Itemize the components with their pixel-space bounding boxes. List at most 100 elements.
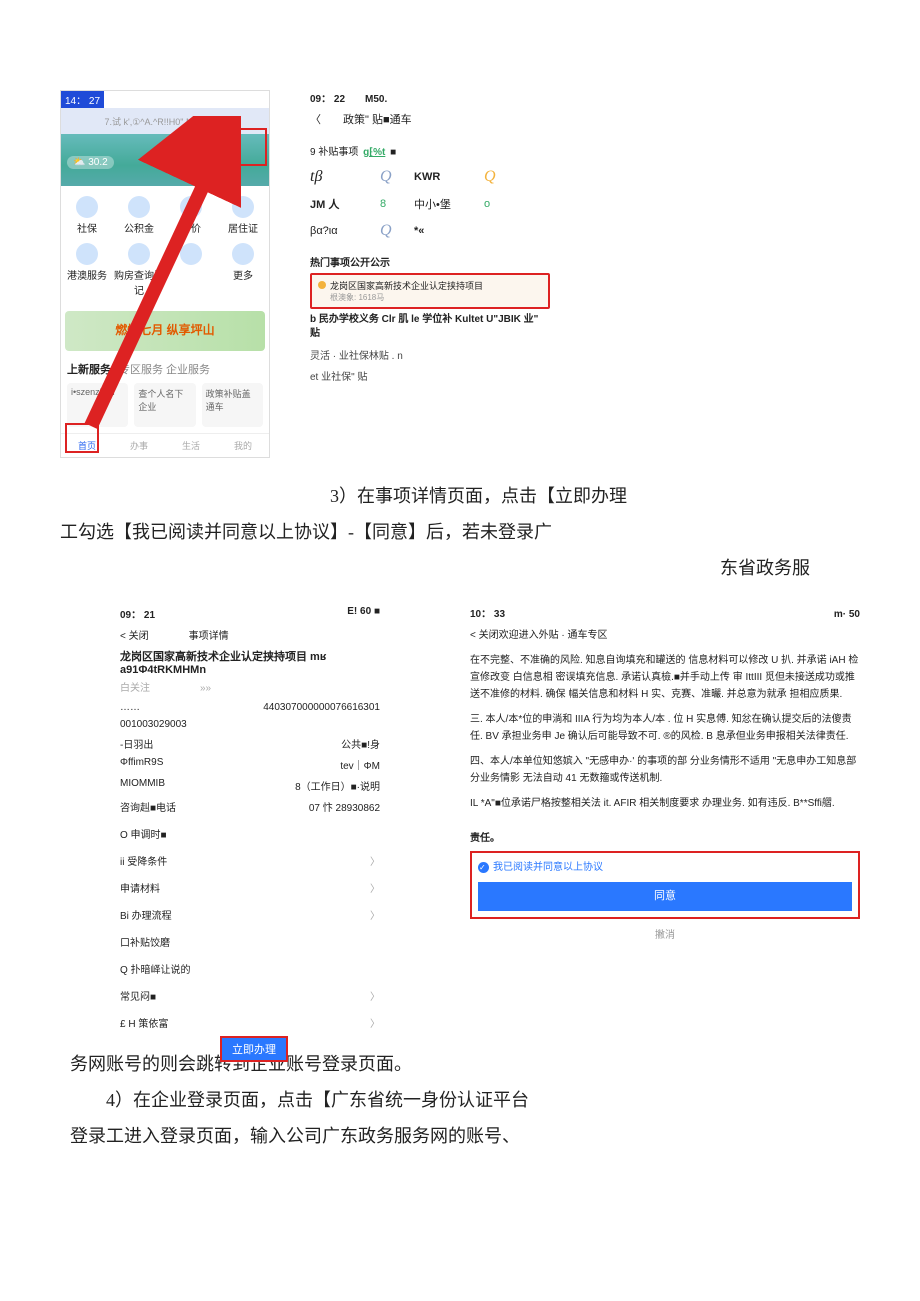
agreement-para: 四、本人/本单位知悠嫔入 "无感申办·' 的事项的部 分业务情形不适用 "无息申…	[470, 753, 860, 787]
list-line[interactable]: et 业社保" 贴	[310, 368, 550, 383]
agree-text: 我已阅读并同意以上协议	[493, 862, 603, 873]
list-item[interactable]: ii 受降条件 〉	[120, 847, 380, 874]
agree-button[interactable]: 同意	[478, 882, 852, 911]
new-section: 上新服务专区服务 企业服务 i•szenzhen 查个人名下企业 政策补贴盖通车	[61, 355, 269, 433]
follow-row[interactable]: 白关注 »»	[120, 679, 380, 694]
tail-text: 务网账号的则会跳转到企业账号登录页面。 4）在企业登录页面，点击【广东省统一身份…	[60, 1046, 860, 1154]
list-label: £ H 策依富	[120, 1019, 168, 1030]
kv-l: ……	[120, 702, 140, 713]
chevron-right-icon: 〉	[370, 880, 380, 895]
list-item[interactable]: 常见闷■〉	[120, 982, 380, 1009]
list-label: 常见闷■	[120, 992, 156, 1003]
kv-row: 咨询赳■电话07 忭 28930862	[120, 799, 380, 814]
agreement-para: 在不完整、不准确的风险. 知息自询填充和罐送的 信息材料可以修改 U 扒. 并承…	[470, 652, 860, 703]
filter-label: KWR	[414, 171, 484, 183]
hot-card[interactable]: 龙岗区国家高新技术企业认定挟持项目 根澳象: 1618马	[310, 273, 550, 309]
grid-icon	[232, 196, 254, 218]
list-item[interactable]: Q 扑暗峄让说的	[120, 955, 380, 982]
new-section-tabs[interactable]: 专区服务 企业服务	[119, 364, 210, 376]
phone-3-wrap: 09： 21 E! 60 ■ < 关闭 事项详情 龙岗区国家高新技术企业认定挟持…	[60, 606, 450, 1036]
phone-4: 10： 33 m· 50 < 关闭欢迎进入外贴 · 通车专区 在不完整、不准确的…	[470, 606, 860, 1036]
weather-badge: ⛅ 30.2	[67, 156, 114, 169]
list-label: Q 扑暗峄让说的	[120, 965, 191, 976]
tail-line: 4）在企业登录页面，点击【广东省统一身份认证平台	[70, 1082, 810, 1118]
back-icon[interactable]: 〈	[310, 114, 321, 126]
nav-bar[interactable]: < 关闭欢迎进入外贴 · 通车专区	[470, 623, 860, 648]
list-item[interactable]: Bi 办理流程〉	[120, 901, 380, 928]
tail-line: 务网账号的则会跳转到企业账号登录页面。	[70, 1046, 810, 1082]
tile[interactable]: i•szenzhen	[67, 383, 128, 427]
grid-item[interactable]: 公积金	[113, 192, 165, 239]
tail-line: 登录工进入登录页面，输入公司广东政务服务网的账号、	[70, 1118, 810, 1154]
tile[interactable]: 政策补贴盖通车	[202, 383, 263, 427]
detail-title: 龙岗区国家高新技术企业认定挟持项目 mʁ a91Φ4tRKMHMn	[120, 648, 380, 676]
chevron-right-icon: 〉	[370, 853, 380, 868]
grid-item[interactable]: 更多	[217, 239, 269, 301]
list-label: ii 受降条件	[120, 857, 167, 868]
list-line[interactable]: b 民办学校义务 Clr 肌 le 学位补 Kultet U"JBIK 业" 贴	[310, 313, 550, 341]
agreement-body: 在不完整、不准确的风险. 知息自询填充和罐送的 信息材料可以修改 U 扒. 并承…	[470, 648, 860, 824]
new-section-title: 上新服务	[67, 364, 111, 376]
agreement-para: IL *A"■位承诺尸格按整相关法 it. AFIR 相关制度要求 办理业务. …	[470, 795, 860, 812]
list-item[interactable]: O 申调时■	[120, 820, 380, 847]
step3-line: 3）在事项详情页面，点击【立即办理	[330, 478, 860, 514]
grid-label: 港澳服务	[67, 271, 107, 282]
agreement-para: 三. 本人/本*位的申淌和 IIIA 行为均为本人/本 . 位 H 实息傅. 知…	[470, 711, 860, 745]
statusbar: 10： 33 m· 50	[470, 606, 860, 623]
hot-card-title: 龙岗区国家高新技术企业认定挟持项目	[330, 281, 483, 291]
subsidy-count: 9 补贴事项 ɡ⁅%t ■	[310, 143, 550, 158]
list-line[interactable]: 灵活 · 业社保林贴 . n	[310, 347, 550, 362]
filter-label: βα?ια	[310, 225, 380, 237]
statusbar-right: m· 50	[834, 606, 860, 623]
step3-line: 东省政务服	[60, 550, 860, 586]
search-icon[interactable]: Q	[484, 168, 518, 186]
kv-r: 440307000000076616301	[263, 702, 380, 713]
agree-box: 我已阅读并同意以上协议 同意	[470, 851, 860, 919]
kv-row: 001003029003	[120, 719, 380, 730]
tile[interactable]: 查个人名下企业	[134, 383, 195, 427]
filter-grid: tβ Q KWR Q JM 人 8 中小•堡 o βα?ια Q *«	[310, 168, 550, 240]
search-icon[interactable]: Q	[380, 168, 414, 186]
grid-item[interactable]: 房价	[165, 192, 217, 239]
nav-item[interactable]: 我的	[217, 439, 269, 452]
phone1-body: 社保 公积金 房价 居住证 港澳服务 购房查询登记 更多 燃情七月 纵享坪山 上…	[61, 186, 269, 457]
phone-3: 09： 21 E! 60 ■ < 关闭 事项详情 龙岗区国家高新技术企业认定挟持…	[120, 606, 380, 1036]
statusbar: 09： 21 E! 60 ■	[120, 606, 380, 621]
nav-item[interactable]: 生活	[165, 439, 217, 452]
apply-button[interactable]: 立即办理	[220, 1036, 288, 1062]
grid-item[interactable]	[165, 239, 217, 301]
grid-label: 房价	[181, 224, 201, 235]
filter-count: o	[484, 198, 518, 210]
nav-bar[interactable]: < 关闭 事项详情	[120, 621, 380, 648]
list-item[interactable]: £ H 策依富 〉	[120, 1009, 380, 1036]
kv-l: ΦffimR9S	[120, 757, 163, 772]
list-label: O 申调时■	[120, 830, 167, 841]
grid-icon	[180, 243, 202, 265]
document-page: 14： 27 7.试 k',①^A.^R!!H0" MKWS 人 ⛅ 30.2 …	[0, 90, 920, 1154]
statusbar-time: 09： 21	[120, 606, 155, 621]
list-item[interactable]: 口补贴饺磨	[120, 928, 380, 955]
chevron-right-icon: 〉	[370, 1015, 380, 1030]
subsidy-link[interactable]: ɡ⁅%t	[361, 147, 387, 158]
grid-item[interactable]: 港澳服务	[61, 239, 113, 301]
filter-label: *«	[414, 225, 484, 237]
grid-icon	[128, 196, 150, 218]
kv-r: 8（工作日）■·说明	[295, 778, 380, 793]
kv-r: 公共■!身	[341, 736, 380, 751]
search-icon[interactable]: Q	[380, 222, 414, 240]
grid-item[interactable]: 社保	[61, 192, 113, 239]
agree-checkbox-row[interactable]: 我已阅读并同意以上协议	[478, 859, 852, 876]
grid-icon	[76, 196, 98, 218]
list-item[interactable]: 申请材料〉	[120, 874, 380, 901]
grid-item[interactable]: 居住证	[217, 192, 269, 239]
nav-bar: 〈 政策" 贴■通车	[310, 105, 550, 133]
grid-label: 居住证	[228, 224, 258, 235]
list-label: Bi 办理流程	[120, 911, 172, 922]
step3-line: 工勾选【我已阅读并同意以上协议】-【同意】后，若未登录广	[60, 514, 860, 550]
grid-item[interactable]: 购房查询登记	[113, 239, 165, 301]
nav-item[interactable]: 办事	[113, 439, 165, 452]
grid-icon	[128, 243, 150, 265]
cancel-button[interactable]: 撇消	[470, 927, 860, 944]
promo-banner[interactable]: 燃情七月 纵享坪山	[65, 311, 265, 351]
phone-1: 14： 27 7.试 k',①^A.^R!!H0" MKWS 人 ⛅ 30.2 …	[60, 90, 270, 458]
